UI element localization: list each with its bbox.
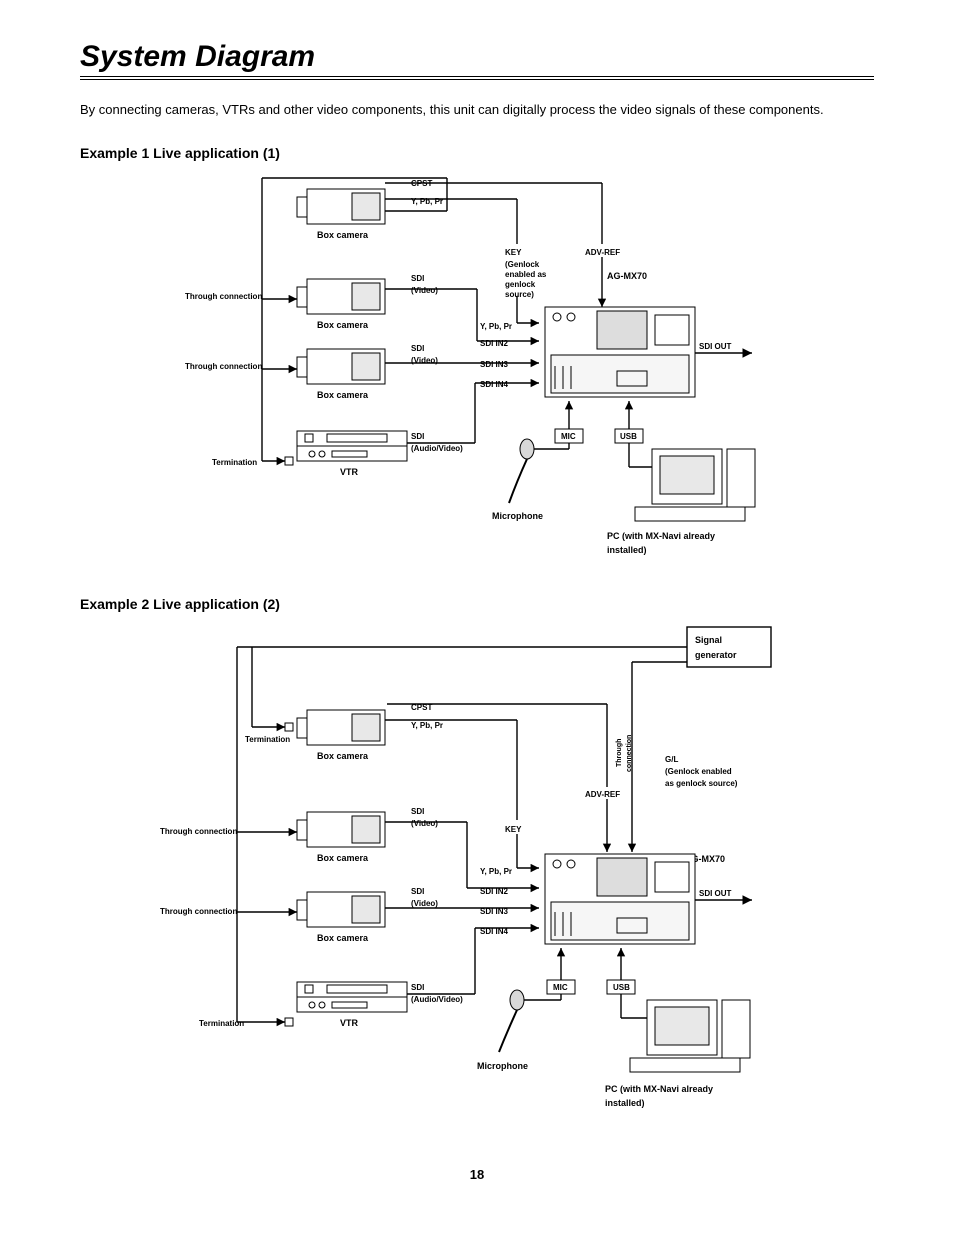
svg-text:Microphone: Microphone xyxy=(492,511,543,521)
svg-text:SDI: SDI xyxy=(411,344,424,353)
svg-text:Box camera: Box camera xyxy=(317,751,369,761)
svg-text:VTR: VTR xyxy=(340,1018,359,1028)
svg-text:Termination: Termination xyxy=(199,1019,244,1028)
svg-text:Through connection: Through connection xyxy=(160,907,237,916)
svg-text:MIC: MIC xyxy=(561,432,576,441)
svg-text:Termination: Termination xyxy=(245,735,290,744)
svg-text:SDI: SDI xyxy=(411,432,424,441)
svg-text:Box camera: Box camera xyxy=(317,933,369,943)
page-number: 18 xyxy=(80,1167,874,1182)
svg-text:SDI IN4: SDI IN4 xyxy=(480,380,509,389)
svg-text:Through: Through xyxy=(616,738,623,766)
svg-text:connection: connection xyxy=(626,734,633,771)
svg-text:enabled as: enabled as xyxy=(505,270,547,279)
microphone-icon: Microphone xyxy=(492,439,569,521)
svg-text:Termination: Termination xyxy=(212,458,257,467)
svg-text:MIC: MIC xyxy=(553,983,568,992)
signal-generator-box: Signal generator xyxy=(687,627,771,667)
microphone-icon: Microphone xyxy=(477,990,561,1071)
svg-text:Box camera: Box camera xyxy=(317,230,369,240)
svg-text:VTR: VTR xyxy=(340,467,359,477)
diagram-example1: Box camera Box camera Box camera VTR CPS… xyxy=(80,171,874,571)
svg-text:(Video): (Video) xyxy=(411,899,438,908)
svg-text:installed): installed) xyxy=(607,545,647,555)
mixer-icon: AG-MX70 xyxy=(545,854,725,944)
mixer-icon: AG-MX70 xyxy=(545,271,695,397)
svg-text:(Audio/Video): (Audio/Video) xyxy=(411,444,463,453)
pc-icon: PC (with MX-Navi already installed) xyxy=(605,994,750,1108)
svg-text:ADV-REF: ADV-REF xyxy=(585,790,620,799)
svg-text:SDI: SDI xyxy=(411,983,424,992)
svg-text:SDI: SDI xyxy=(411,274,424,283)
svg-text:SDI OUT: SDI OUT xyxy=(699,889,732,898)
box-camera-icon: Box camera Box camera Box camera xyxy=(297,710,385,943)
page-title: System Diagram xyxy=(80,40,874,80)
svg-text:Through connection: Through connection xyxy=(185,292,262,301)
svg-text:Signal: Signal xyxy=(695,635,722,645)
box-camera-icon: Box camera Box camera Box camera xyxy=(297,189,385,400)
svg-text:installed): installed) xyxy=(605,1098,645,1108)
svg-text:(Video): (Video) xyxy=(411,286,438,295)
example1-heading: Example 1 Live application (1) xyxy=(80,145,874,161)
svg-text:KEY: KEY xyxy=(505,248,522,257)
svg-text:Through connection: Through connection xyxy=(160,827,237,836)
example2-heading: Example 2 Live application (2) xyxy=(80,596,874,612)
svg-text:SDI IN3: SDI IN3 xyxy=(480,360,509,369)
svg-text:PC (with MX-Navi already: PC (with MX-Navi already xyxy=(607,531,715,541)
svg-text:KEY: KEY xyxy=(505,825,522,834)
svg-text:Box camera: Box camera xyxy=(317,853,369,863)
svg-text:(Audio/Video): (Audio/Video) xyxy=(411,995,463,1004)
intro-text: By connecting cameras, VTRs and other vi… xyxy=(80,100,874,120)
svg-text:(Genlock enabled: (Genlock enabled xyxy=(665,767,732,776)
svg-text:genlock: genlock xyxy=(505,280,536,289)
pc-icon: PC (with MX-Navi already installed) xyxy=(607,443,755,555)
svg-text:ADV-REF: ADV-REF xyxy=(585,248,620,257)
svg-text:Microphone: Microphone xyxy=(477,1061,528,1071)
svg-text:Through connection: Through connection xyxy=(185,362,262,371)
vtr-icon: VTR xyxy=(297,982,407,1028)
svg-text:SDI: SDI xyxy=(411,887,424,896)
svg-text:Y, Pb, Pr: Y, Pb, Pr xyxy=(480,322,512,331)
svg-text:SDI: SDI xyxy=(411,807,424,816)
svg-text:Y, Pb, Pr: Y, Pb, Pr xyxy=(480,867,512,876)
svg-text:generator: generator xyxy=(695,650,737,660)
svg-text:USB: USB xyxy=(613,983,630,992)
svg-text:as genlock source): as genlock source) xyxy=(665,779,738,788)
svg-text:USB: USB xyxy=(620,432,637,441)
svg-text:CPST: CPST xyxy=(411,703,432,712)
svg-text:Box camera: Box camera xyxy=(317,320,369,330)
vtr-icon: VTR xyxy=(297,431,407,477)
svg-text:source): source) xyxy=(505,290,534,299)
diagram-example2: Signal generator Through connection G/L … xyxy=(80,622,874,1142)
svg-text:Y, Pb, Pr: Y, Pb, Pr xyxy=(411,721,443,730)
svg-text:Box camera: Box camera xyxy=(317,390,369,400)
svg-text:AG-MX70: AG-MX70 xyxy=(607,271,647,281)
svg-text:PC (with MX-Navi already: PC (with MX-Navi already xyxy=(605,1084,713,1094)
svg-text:SDI OUT: SDI OUT xyxy=(699,342,732,351)
svg-text:(Video): (Video) xyxy=(411,819,438,828)
svg-text:G/L: G/L xyxy=(665,755,678,764)
svg-text:(Genlock: (Genlock xyxy=(505,260,540,269)
